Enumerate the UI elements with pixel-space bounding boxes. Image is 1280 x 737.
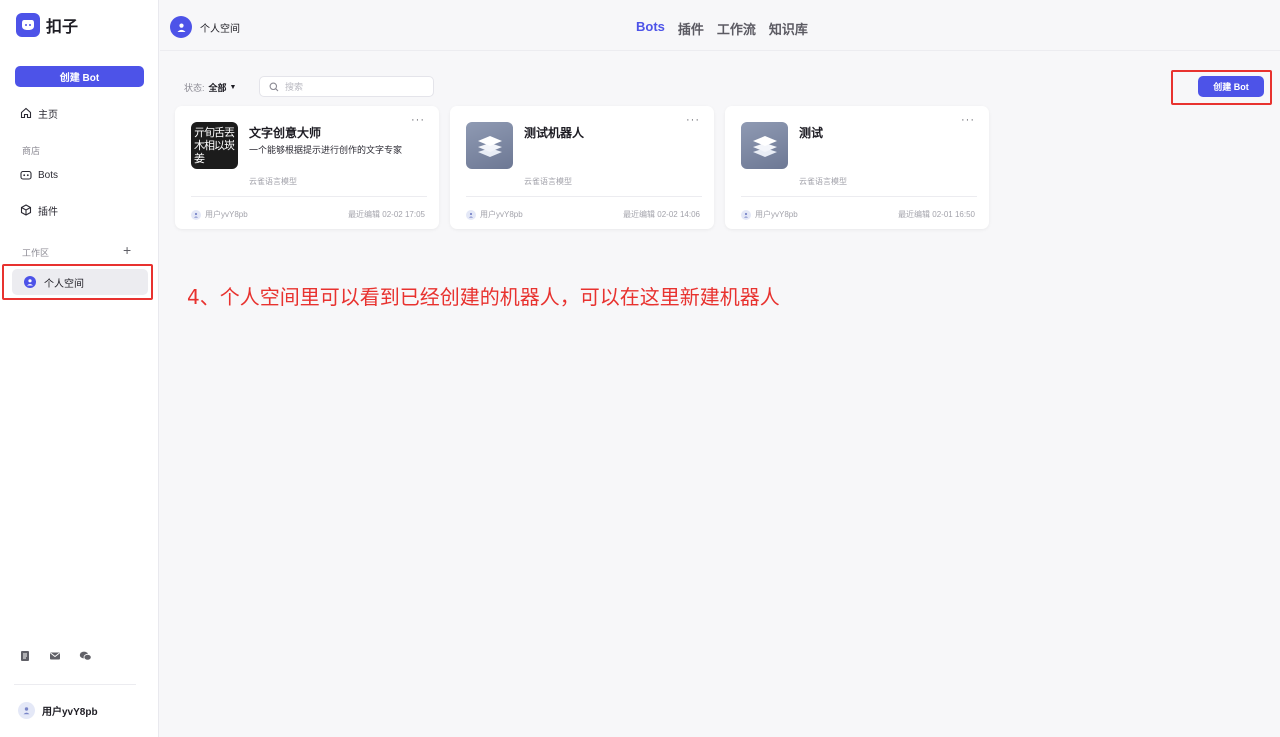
sidebar-item-label: Bots <box>38 169 59 181</box>
bot-owner: 用户yvY8pb <box>191 209 248 220</box>
bot-card[interactable]: 测试 云雀语言模型 ··· 用户yvY8pb 最近编辑 02-01 16:50 <box>725 106 989 229</box>
footer-divider <box>14 684 136 685</box>
card-divider <box>191 196 427 197</box>
user-name: 用户yvY8pb <box>42 707 98 718</box>
status-filter[interactable]: 状态: 全部 ▼ <box>184 81 236 94</box>
bot-icon <box>20 170 32 180</box>
bot-model: 云雀语言模型 <box>799 177 847 186</box>
sidebar-item-home[interactable]: 主页 <box>12 101 148 125</box>
bot-model: 云雀语言模型 <box>249 177 297 186</box>
wechat-icon[interactable] <box>79 650 92 662</box>
search-placeholder: 搜索 <box>285 82 304 92</box>
section-label-workspace: 工作区 <box>22 248 50 258</box>
owner-name: 用户yvY8pb <box>755 210 798 219</box>
sidebar-item-label: 主页 <box>38 109 58 121</box>
more-options-icon[interactable]: ··· <box>961 114 975 126</box>
space-avatar-icon <box>170 16 192 38</box>
search-input[interactable]: 搜索 <box>259 76 434 97</box>
sidebar-item-label: 插件 <box>38 206 58 218</box>
header: 个人空间 Bots 插件 工作流 知识库 <box>160 0 1280 51</box>
sidebar-create-bot-button[interactable]: 创建 Bot <box>15 66 144 87</box>
cube-icon <box>20 204 32 216</box>
space-name: 个人空间 <box>200 23 240 35</box>
main-tabs: Bots 插件 工作流 知识库 <box>636 19 808 38</box>
card-divider <box>466 196 702 197</box>
annotation-highlight-box <box>1171 70 1272 105</box>
section-label-discover: 商店 <box>22 146 41 156</box>
space-selector[interactable]: 个人空间 <box>170 16 240 38</box>
bot-last-edited: 最近编辑 02-01 16:50 <box>898 210 975 219</box>
home-icon <box>20 107 32 119</box>
status-label: 状态: <box>184 83 205 93</box>
search-icon <box>269 82 279 91</box>
sidebar-item-plugins[interactable]: 插件 <box>12 198 148 222</box>
tab-knowledge[interactable]: 知识库 <box>769 19 808 38</box>
tab-bots[interactable]: Bots <box>636 19 665 38</box>
sidebar-item-bots[interactable]: Bots <box>12 163 148 187</box>
bot-card[interactable]: 亓旬舌丟木相以崁姜 文字创意大师 一个能够根据提示进行创作的文字专家 云雀语言模… <box>175 106 439 229</box>
bot-last-edited: 最近编辑 02-02 14:06 <box>623 210 700 219</box>
card-divider <box>741 196 977 197</box>
owner-name: 用户yvY8pb <box>480 210 523 219</box>
footer-icons <box>19 650 92 662</box>
bot-avatar-layers-icon <box>741 122 788 169</box>
document-icon[interactable] <box>19 650 31 662</box>
bot-title: 测试 <box>799 126 824 140</box>
tab-plugins[interactable]: 插件 <box>678 19 704 38</box>
user-avatar-icon <box>18 702 35 719</box>
bot-avatar: 亓旬舌丟木相以崁姜 <box>191 122 238 169</box>
bot-avatar-layers-icon <box>466 122 513 169</box>
mail-icon[interactable] <box>49 650 61 662</box>
add-workspace-icon[interactable]: + <box>123 243 131 257</box>
more-options-icon[interactable]: ··· <box>686 114 700 126</box>
brand-logo-icon <box>16 13 40 37</box>
bot-owner: 用户yvY8pb <box>466 209 523 220</box>
status-value: 全部 <box>208 83 227 93</box>
owner-name: 用户yvY8pb <box>205 210 248 219</box>
bot-last-edited: 最近编辑 02-02 17:05 <box>348 210 425 219</box>
bot-card[interactable]: 测试机器人 云雀语言模型 ··· 用户yvY8pb 最近编辑 02-02 14:… <box>450 106 714 229</box>
owner-avatar-icon <box>466 209 476 220</box>
annotation-text: 4、个人空间里可以看到已经创建的机器人，可以在这里新建机器人 <box>187 285 780 309</box>
bot-title: 文字创意大师 <box>249 126 322 140</box>
brand-name: 扣子 <box>46 19 79 36</box>
brand[interactable]: 扣子 <box>16 13 78 37</box>
owner-avatar-icon <box>741 209 751 220</box>
owner-avatar-icon <box>191 209 201 220</box>
caret-down-icon: ▼ <box>229 84 237 91</box>
bot-description: 一个能够根据提示进行创作的文字专家 <box>249 145 403 155</box>
bot-title: 测试机器人 <box>524 126 585 140</box>
tab-workflows[interactable]: 工作流 <box>717 19 756 38</box>
sidebar: 扣子 创建 Bot 主页 商店 Bots 插件 工作区 + 个人空间 用户yvY… <box>0 0 159 737</box>
user-profile[interactable]: 用户yvY8pb <box>18 702 98 719</box>
bot-model: 云雀语言模型 <box>524 177 572 186</box>
annotation-highlight-box <box>2 264 153 300</box>
more-options-icon[interactable]: ··· <box>411 114 425 126</box>
bot-owner: 用户yvY8pb <box>741 209 798 220</box>
